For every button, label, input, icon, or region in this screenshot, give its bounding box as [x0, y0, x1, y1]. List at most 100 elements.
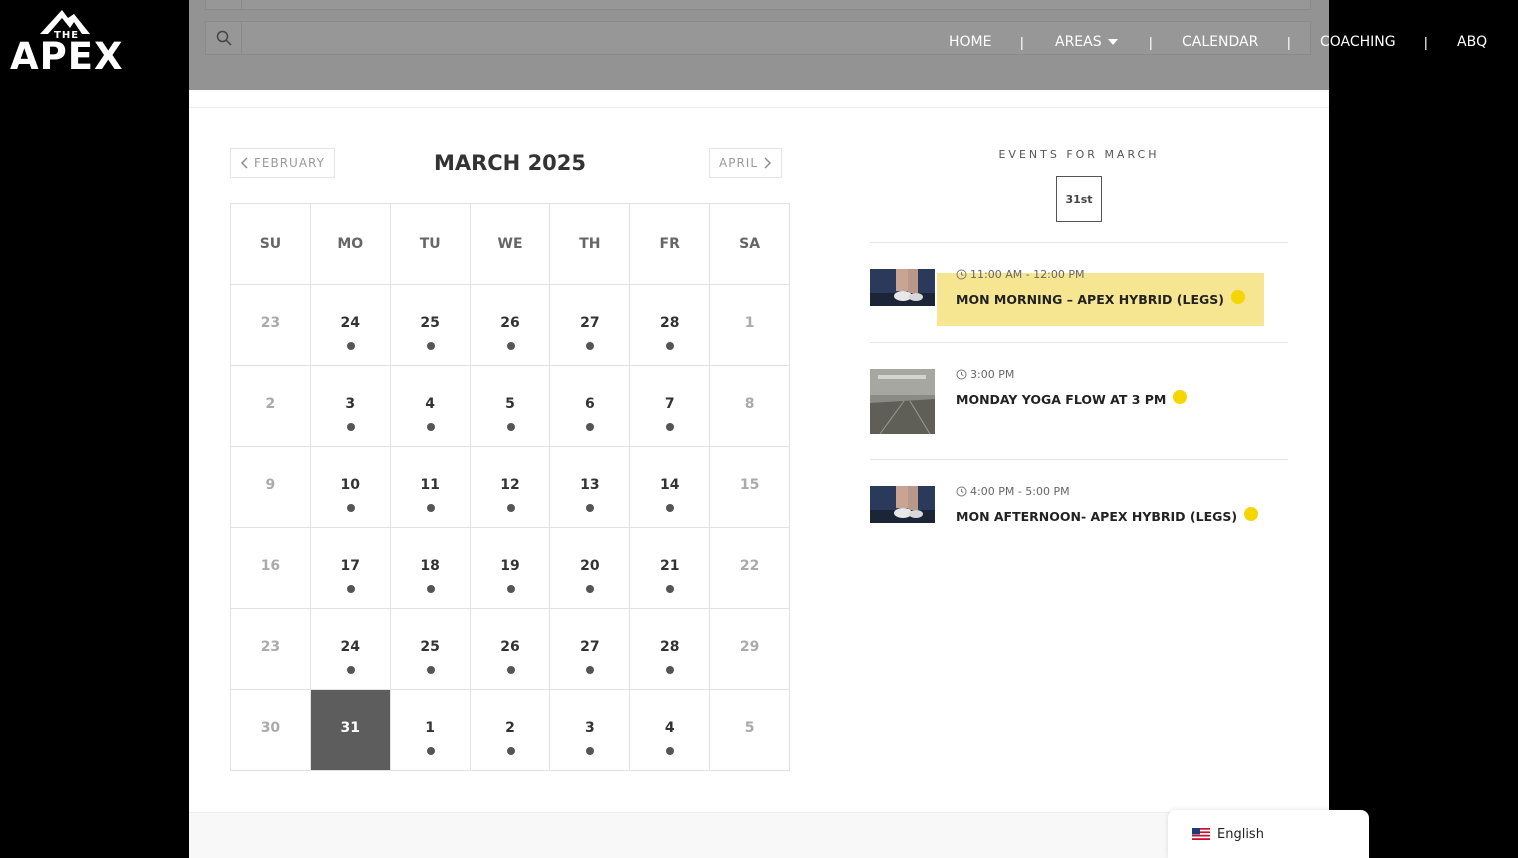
- calendar-day: 23: [231, 609, 311, 690]
- event-title-link[interactable]: MON AFTERNOON- APEX HYBRID (LEGS): [956, 506, 1259, 524]
- next-month-button[interactable]: APRIL: [709, 148, 783, 178]
- calendar-day-number: 2: [265, 396, 276, 412]
- calendar-day: 29: [710, 609, 791, 690]
- nav-areas-label: AREAS: [1055, 34, 1102, 50]
- event-indicator-dot: [586, 747, 595, 755]
- calendar-day[interactable]: 12: [470, 447, 551, 528]
- nav-areas[interactable]: AREAS: [1055, 32, 1118, 52]
- calendar-day[interactable]: 21: [630, 528, 711, 609]
- event-thumbnail[interactable]: [870, 486, 935, 523]
- calendar-day: 1: [710, 285, 791, 366]
- nav-coaching[interactable]: COACHING: [1320, 32, 1396, 52]
- event-time: 4:00 PM - 5:00 PM: [956, 485, 1070, 498]
- calendar-day[interactable]: 4: [630, 690, 711, 771]
- clock-icon: [956, 486, 967, 497]
- calendar-day[interactable]: 27: [550, 609, 631, 690]
- event-indicator-dot: [666, 423, 675, 431]
- calendar-day[interactable]: 27: [550, 285, 631, 366]
- calendar-day: 30: [231, 690, 311, 771]
- calendar-day[interactable]: 6: [550, 366, 631, 447]
- calendar-day[interactable]: 18: [390, 528, 471, 609]
- weekday-header: SU: [231, 204, 311, 285]
- event-time: 3:00 PM: [956, 368, 1014, 381]
- calendar-day-number: 28: [659, 315, 680, 331]
- calendar-day[interactable]: 17: [310, 528, 391, 609]
- calendar-week-row: 23 24 25 26 27 28 29: [231, 609, 791, 690]
- event-indicator-dot: [506, 423, 515, 431]
- calendar-day[interactable]: 26: [470, 609, 551, 690]
- us-flag-icon: [1192, 828, 1210, 840]
- calendar-day[interactable]: 1: [390, 690, 471, 771]
- event-title-link[interactable]: MONDAY YOGA FLOW AT 3 PM: [956, 389, 1188, 407]
- event-indicator-dot: [666, 504, 675, 512]
- calendar-day[interactable]: 24: [310, 609, 391, 690]
- calendar-day[interactable]: 2: [470, 690, 551, 771]
- calendar-day[interactable]: 25: [390, 285, 471, 366]
- calendar-day-number: 29: [739, 639, 760, 655]
- calendar-day[interactable]: 3: [550, 690, 631, 771]
- calendar-day[interactable]: 19: [470, 528, 551, 609]
- calendar-day-number: 26: [500, 639, 520, 655]
- event-indicator-dot: [506, 747, 515, 755]
- language-label: English: [1217, 826, 1264, 842]
- search-bar-previous: [205, 0, 1311, 10]
- nav-home[interactable]: HOME: [949, 32, 991, 52]
- event-time-text: 3:00 PM: [970, 368, 1015, 381]
- calendar-day[interactable]: 24: [310, 285, 391, 366]
- calendar-day-number: 2: [505, 720, 515, 736]
- weekday-header: MO: [310, 204, 391, 285]
- event-indicator-dot: [586, 666, 595, 674]
- calendar-day-number: 15: [739, 477, 760, 493]
- calendar-day-number: 3: [345, 396, 356, 412]
- calendar-day[interactable]: 20: [550, 528, 631, 609]
- calendar-day-number: 9: [265, 477, 276, 493]
- events-day-tab[interactable]: 31st: [1056, 176, 1102, 222]
- nav-calendar[interactable]: CALENDAR: [1182, 32, 1258, 52]
- event-indicator-dot: [586, 504, 595, 512]
- event-indicator-dot: [666, 585, 675, 593]
- event-category-dot: [1230, 289, 1245, 304]
- calendar-day-number: 7: [664, 396, 675, 412]
- calendar-week-row: 2 3 4 5 6 7 8: [231, 366, 791, 447]
- event-indicator-dot: [506, 666, 515, 674]
- calendar-day[interactable]: 13: [550, 447, 631, 528]
- gym-shoes-image: [870, 486, 935, 523]
- event-indicator-dot: [666, 342, 675, 350]
- calendar-day[interactable]: 25: [390, 609, 471, 690]
- calendar-day[interactable]: 26: [470, 285, 551, 366]
- calendar-day-number: 28: [659, 639, 680, 655]
- event-title-link[interactable]: MON MORNING – APEX HYBRID (LEGS): [956, 289, 1245, 307]
- calendar-day[interactable]: 28: [630, 285, 711, 366]
- calendar-day-number: 10: [340, 477, 361, 493]
- calendar-day-number: 13: [580, 477, 600, 493]
- calendar-day[interactable]: 3: [310, 366, 391, 447]
- calendar-day: 15: [710, 447, 791, 528]
- event-thumbnail[interactable]: [870, 269, 935, 306]
- calendar-day-number: 21: [659, 558, 680, 574]
- event-indicator-dot: [586, 342, 595, 350]
- calendar-day-number: 25: [420, 639, 440, 655]
- calendar-day: 22: [710, 528, 791, 609]
- calendar-day-number: 23: [260, 315, 281, 331]
- calendar-day-selected[interactable]: 31: [310, 690, 391, 771]
- weekday-header: WE: [470, 204, 551, 285]
- events-heading: EVENTS FOR MARCH: [998, 148, 1160, 161]
- calendar-day[interactable]: 14: [630, 447, 711, 528]
- calendar-day[interactable]: 5: [470, 366, 551, 447]
- calendar-day[interactable]: 28: [630, 609, 711, 690]
- event-title-text: MON MORNING – APEX HYBRID (LEGS): [956, 292, 1224, 307]
- calendar-day[interactable]: 7: [630, 366, 711, 447]
- calendar-day[interactable]: 11: [390, 447, 471, 528]
- calendar-day[interactable]: 10: [310, 447, 391, 528]
- calendar-week-row: 23 24 25 26 27 28 1: [231, 285, 791, 366]
- nav-abq[interactable]: ABQ: [1457, 32, 1487, 52]
- nav-separator: |: [1149, 34, 1153, 50]
- header-divider: [189, 107, 1329, 108]
- calendar-day-number: 18: [420, 558, 440, 574]
- event-thumbnail[interactable]: [870, 369, 935, 434]
- event-time: 11:00 AM - 12:00 PM: [956, 268, 1085, 281]
- language-switcher[interactable]: English: [1168, 810, 1369, 858]
- calendar-day[interactable]: 4: [390, 366, 471, 447]
- calendar-day-number: 27: [580, 639, 600, 655]
- weekday-header-row: SU MO TU WE TH FR SA: [231, 204, 791, 285]
